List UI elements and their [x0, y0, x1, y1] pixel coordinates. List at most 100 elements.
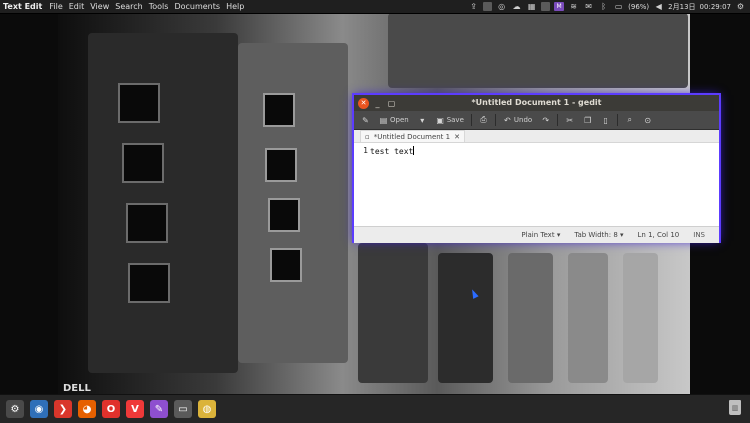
- server-panel: [358, 243, 428, 383]
- find-button[interactable]: ⌕: [622, 113, 637, 127]
- insert-mode: INS: [693, 231, 705, 239]
- language-selector[interactable]: Plain Text ▾: [521, 231, 560, 239]
- record-icon[interactable]: ◎: [496, 2, 507, 12]
- server-slot: [126, 203, 168, 243]
- server-slot: [268, 198, 300, 232]
- open-button[interactable]: ▤ Open: [376, 113, 412, 127]
- editor-content[interactable]: test text: [370, 147, 413, 156]
- menu-edit[interactable]: Edit: [66, 2, 88, 11]
- clock[interactable]: 00:29:07: [700, 3, 731, 11]
- server-slot: [270, 248, 302, 282]
- server-slot: [118, 83, 160, 123]
- tab-label: *Untitled Document 1: [373, 132, 451, 141]
- undo-label: Undo: [513, 116, 533, 124]
- status-bar: Plain Text ▾ Tab Width: 8 ▾ Ln 1, Col 10…: [354, 226, 719, 243]
- copy-button[interactable]: ❐: [580, 113, 595, 127]
- cursor-position: Ln 1, Col 10: [637, 231, 680, 239]
- top-panel: Text Edit File Edit View Search Tools Do…: [0, 0, 750, 14]
- indicator-icon[interactable]: [541, 2, 551, 11]
- text-cursor: [413, 146, 415, 155]
- language-label: Plain Text: [521, 231, 555, 239]
- chevron-down-icon: ▾: [620, 231, 624, 239]
- tab-untitled-document[interactable]: ▫ *Untitled Document 1 ✕: [360, 130, 465, 142]
- open-dropdown-button[interactable]: ▾: [415, 113, 430, 127]
- paste-icon: ▯: [603, 115, 608, 125]
- chrome-icon[interactable]: ◍: [198, 400, 216, 418]
- cut-button[interactable]: ✂: [562, 113, 577, 127]
- input-method-icon[interactable]: M: [554, 2, 565, 11]
- date[interactable]: 2月13日: [668, 2, 695, 12]
- undo-icon: ↶: [504, 115, 511, 125]
- battery-percent: (96%): [628, 2, 650, 11]
- window-titlebar[interactable]: ✕ _ ▢ *Untitled Document 1 - gedit: [354, 95, 719, 111]
- app-indicator-icon[interactable]: [483, 2, 493, 11]
- save-button[interactable]: ▣ Save: [433, 113, 467, 127]
- chevron-down-icon: ▾: [556, 231, 561, 239]
- new-document-icon: ✎: [362, 115, 369, 125]
- find-replace-icon: ⊙: [644, 115, 652, 125]
- editor-line[interactable]: test text: [370, 146, 415, 226]
- app-name[interactable]: Text Edit: [0, 2, 46, 11]
- line-number: 1: [363, 146, 368, 155]
- dock: ⚙ ◉ ❯ ◕ O V ✎ ▭ ◍ ▥: [0, 394, 750, 423]
- copy-icon: ❐: [584, 115, 592, 125]
- tab-width-selector[interactable]: Tab Width: 8 ▾: [574, 231, 623, 239]
- save-label: Save: [446, 116, 464, 124]
- power-icon[interactable]: ⚙: [735, 2, 746, 12]
- server-slot: [122, 143, 164, 183]
- system-settings-icon[interactable]: ⚙: [6, 400, 24, 418]
- menu-search[interactable]: Search: [112, 2, 145, 11]
- mail-icon[interactable]: ✉: [583, 2, 594, 12]
- server-slot: [128, 263, 170, 303]
- arrow-red-icon[interactable]: ❯: [54, 400, 72, 418]
- upload-icon[interactable]: ⇪: [468, 2, 479, 12]
- menu-file[interactable]: File: [46, 2, 65, 11]
- server-panel: [508, 253, 553, 383]
- system-tray: ⇪ ◎ ☁ ▦ M ≋ ✉ ᛒ ▭ (96%) ◀ 2月13日 00:29:07…: [468, 0, 746, 13]
- toolbar-separator: [494, 114, 496, 126]
- bluetooth-icon[interactable]: ᛒ: [598, 2, 609, 12]
- battery-icon[interactable]: ▭: [613, 2, 624, 12]
- trash-icon[interactable]: ▥: [729, 400, 741, 415]
- toolbar-separator: [617, 114, 619, 126]
- save-icon: ▣: [436, 115, 444, 125]
- server-panel: [388, 13, 688, 88]
- server-panel: [623, 253, 658, 383]
- print-button[interactable]: ⎙: [476, 113, 491, 127]
- server-panel: [438, 253, 493, 383]
- redo-icon: ↷: [542, 115, 550, 125]
- server-panel: [568, 253, 608, 383]
- firefox-icon[interactable]: ◕: [78, 400, 96, 418]
- menu-tools[interactable]: Tools: [146, 2, 172, 11]
- server-slot: [263, 93, 295, 127]
- new-document-button[interactable]: ✎: [358, 113, 373, 127]
- undo-button[interactable]: ↶ Undo: [500, 113, 535, 127]
- tab-width-label: Tab Width: 8: [574, 231, 618, 239]
- replace-button[interactable]: ⊙: [640, 113, 655, 127]
- window-title: *Untitled Document 1 - gedit: [471, 98, 602, 107]
- tab-bar: ▫ *Untitled Document 1 ✕: [354, 130, 719, 143]
- text-editor-icon[interactable]: ✎: [150, 400, 168, 418]
- tab-document-icon: ▫: [365, 132, 370, 141]
- menu-help[interactable]: Help: [223, 2, 247, 11]
- menu-documents[interactable]: Documents: [171, 2, 223, 11]
- paste-button[interactable]: ▯: [598, 113, 613, 127]
- print-icon: ⎙: [480, 115, 487, 124]
- toolbar-separator: [470, 114, 472, 126]
- redo-button[interactable]: ↷: [538, 113, 553, 127]
- server-slot: [265, 148, 297, 182]
- text-editor[interactable]: 1 test text: [354, 143, 719, 226]
- browser-blue-icon[interactable]: ◉: [30, 400, 48, 418]
- wallpaper-logo: DELL: [63, 383, 91, 394]
- vivaldi-icon[interactable]: V: [126, 400, 144, 418]
- cloud-icon[interactable]: ☁: [511, 2, 522, 12]
- volume-icon[interactable]: ◀: [653, 2, 664, 12]
- wifi-icon[interactable]: ≋: [568, 2, 579, 12]
- open-label: Open: [390, 116, 409, 124]
- screen-icon[interactable]: ▭: [174, 400, 192, 418]
- tab-close-icon[interactable]: ✕: [454, 133, 460, 141]
- network-icon[interactable]: ▦: [526, 2, 537, 12]
- gedit-window[interactable]: ✕ _ ▢ *Untitled Document 1 - gedit ✎ ▤ O…: [354, 95, 719, 243]
- opera-icon[interactable]: O: [102, 400, 120, 418]
- menu-view[interactable]: View: [87, 2, 112, 11]
